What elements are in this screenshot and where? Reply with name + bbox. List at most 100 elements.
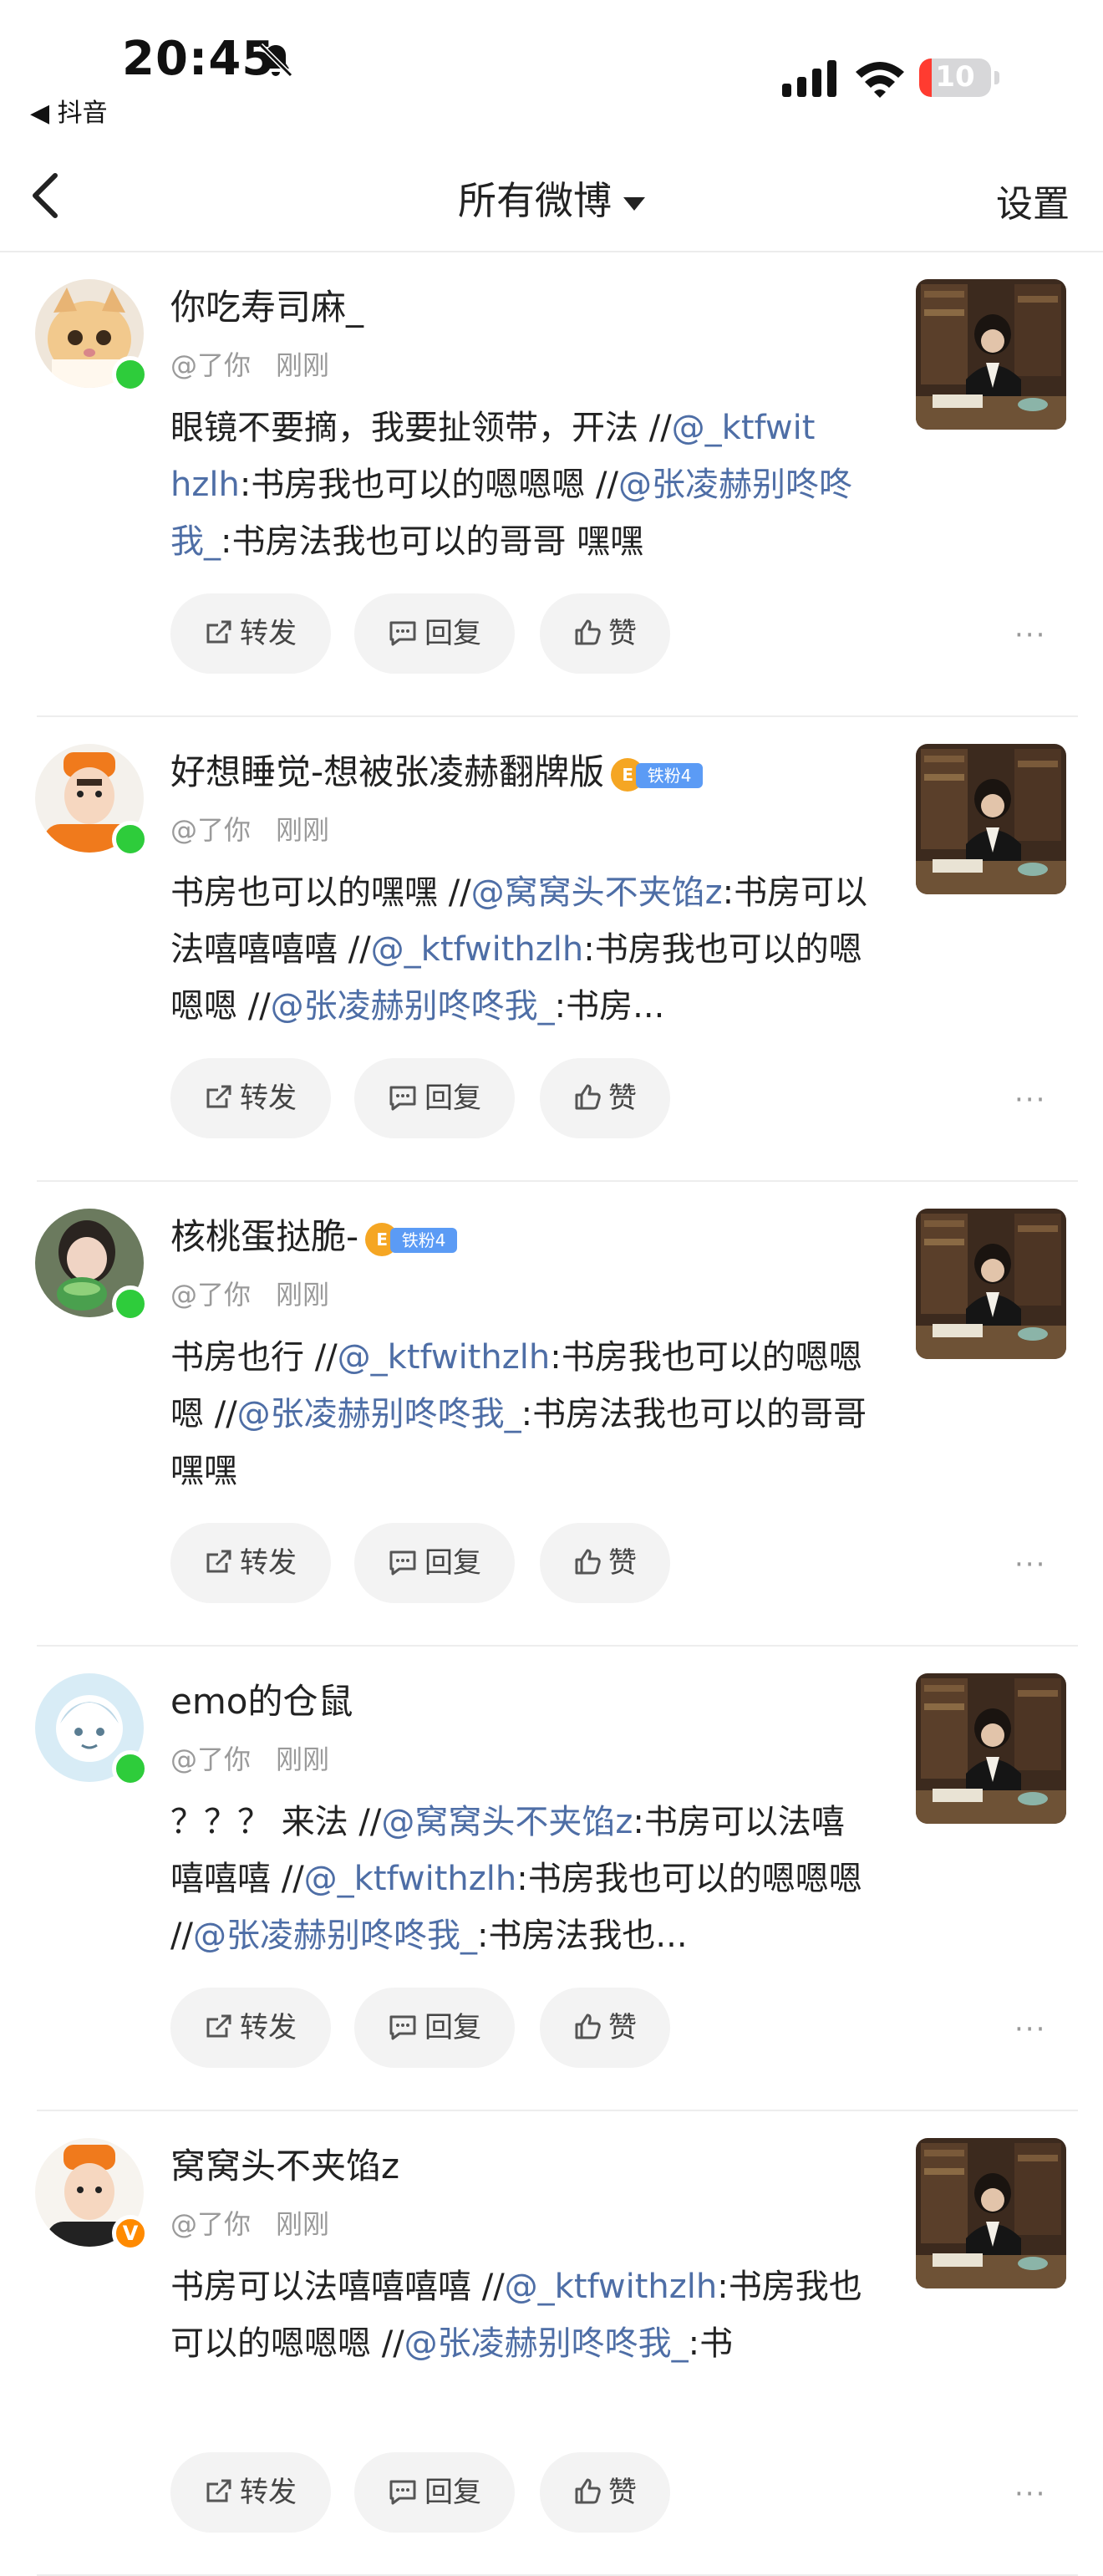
- online-status-icon: [112, 1285, 149, 1322]
- username[interactable]: emo的仓鼠: [170, 1673, 353, 1724]
- post-text: :书房法我也可以的哥哥 嘿嘿: [221, 522, 644, 561]
- mention-link[interactable]: @窝窝头不夹馅z: [471, 873, 723, 912]
- repost-button[interactable]: 转发: [170, 1523, 331, 1603]
- battery-level: 10: [935, 60, 975, 94]
- reply-label: 回复: [424, 2476, 481, 2509]
- repost-icon: [205, 2011, 240, 2044]
- thumbs-up-icon: [573, 617, 608, 650]
- like-label: 赞: [608, 617, 637, 650]
- page-title: 所有微博: [458, 178, 612, 223]
- repost-label: 转发: [240, 2476, 297, 2509]
- post-content[interactable]: ？？？ 来法 //@窝窝头不夹馅z:书房可以法嘻嘻嘻嘻 //@_ktfwithz…: [170, 1794, 872, 1964]
- more-options-icon[interactable]: ···: [1014, 1083, 1065, 1117]
- feed-post[interactable]: emo的仓鼠 @了你 刚刚 ？？？ 来法 //@窝窝头不夹馅z:书房可以法嘻嘻嘻嘻 /…: [0, 1647, 1103, 2111]
- fan-level-badge: E 铁粉4: [365, 1222, 458, 1256]
- mention-link[interactable]: @窝窝头不夹馅z: [381, 1803, 633, 1841]
- reply-button[interactable]: 回复: [354, 2452, 515, 2533]
- repost-button[interactable]: 转发: [170, 2452, 331, 2533]
- mention-link[interactable]: @张凌赫别咚咚我_: [404, 2324, 689, 2363]
- post-actions: 转发 回复 赞 ···: [170, 1058, 1090, 1138]
- feed-post[interactable]: 核桃蛋挞脆- E 铁粉4 @了你 刚刚书房也行 //@_ktfwithzlh:书房我也可…: [0, 1182, 1103, 1647]
- username[interactable]: 好想睡觉-想被张凌赫翻牌版 E 铁粉4: [170, 744, 704, 795]
- mention-feed: 你吃寿司麻_ @了你 刚刚 眼镜不要摘，我要扯领带，开法 //@_ktfwit hzl…: [0, 252, 1103, 2576]
- comment-icon: [388, 2476, 424, 2509]
- like-button[interactable]: 赞: [540, 593, 670, 674]
- repost-icon: [205, 1546, 240, 1580]
- comment-icon: [388, 2011, 424, 2044]
- original-post-thumbnail[interactable]: [916, 279, 1066, 430]
- mention-link[interactable]: @张凌赫别咚咚我_: [237, 1395, 521, 1433]
- like-label: 赞: [608, 1082, 637, 1115]
- repost-button[interactable]: 转发: [170, 1988, 331, 2068]
- repost-label: 转发: [240, 2011, 297, 2044]
- mention-link[interactable]: @_ktfwithzlh: [304, 1860, 517, 1898]
- post-text: :书房...: [554, 987, 665, 1026]
- mention-link[interactable]: @_ktfwithzlh: [371, 930, 584, 969]
- post-time: 刚刚: [276, 814, 330, 846]
- post-text: :书房法我也...: [476, 1917, 688, 1955]
- username[interactable]: 你吃寿司麻_: [170, 279, 363, 330]
- fan-level-label: 铁粉4: [390, 1227, 458, 1253]
- post-time: 刚刚: [276, 1279, 330, 1311]
- mention-link[interactable]: @_ktfwithzlh: [338, 1338, 551, 1377]
- more-options-icon[interactable]: ···: [1014, 2013, 1065, 2046]
- thumbs-up-icon: [573, 1546, 608, 1580]
- original-post-thumbnail[interactable]: [916, 2138, 1066, 2288]
- mention-link[interactable]: @张凌赫别咚咚我_: [271, 987, 555, 1026]
- post-content[interactable]: 书房也可以的嘿嘿 //@窝窝头不夹馅z:书房可以法嘻嘻嘻嘻 //@_ktfwit…: [170, 864, 872, 1035]
- repost-button[interactable]: 转发: [170, 1058, 331, 1138]
- post-meta: @了你 刚刚: [170, 344, 329, 383]
- like-label: 赞: [608, 2476, 637, 2509]
- feed-post[interactable]: 你吃寿司麻_ @了你 刚刚眼镜不要摘，我要扯领带，开法 //@_ktfwit hzl…: [0, 252, 1103, 717]
- more-options-icon[interactable]: ···: [1014, 2477, 1065, 2511]
- feed-post[interactable]: V 窝窝头不夹馅z @了你 刚刚 书房可以法嘻嘻嘻嘻 //@_ktfwithzlh:书房…: [0, 2111, 1103, 2576]
- thumbs-up-icon: [573, 2011, 608, 2044]
- post-text: :书房我也可以的嗯嗯嗯 //: [239, 466, 618, 504]
- like-button[interactable]: 赞: [540, 1058, 670, 1138]
- dropdown-triangle-icon: [623, 196, 645, 211]
- online-status-icon: [112, 356, 149, 393]
- repost-button[interactable]: 转发: [170, 593, 331, 674]
- more-options-icon[interactable]: ···: [1014, 1548, 1065, 1581]
- username-text: 你吃寿司麻_: [170, 287, 364, 328]
- reply-button[interactable]: 回复: [354, 593, 515, 674]
- reply-button[interactable]: 回复: [354, 1988, 515, 2068]
- mention-me-label: @了你: [170, 814, 252, 846]
- more-options-icon[interactable]: ···: [1014, 619, 1065, 652]
- reply-label: 回复: [424, 1546, 481, 1580]
- nav-bar: 所有微博 设置: [0, 142, 1103, 252]
- username[interactable]: 窝窝头不夹馅z: [170, 2138, 399, 2189]
- feed-post[interactable]: 好想睡觉-想被张凌赫翻牌版 E 铁粉4 @了你 刚刚书房也可以的嘿嘿 //@窝窝头不夹馅…: [0, 717, 1103, 1182]
- mention-link[interactable]: @_ktfwithzlh: [505, 2268, 718, 2306]
- reply-label: 回复: [424, 1082, 481, 1115]
- like-button[interactable]: 赞: [540, 1523, 670, 1603]
- post-text: ？？？ 来法 //: [170, 1803, 382, 1841]
- feed-filter-dropdown[interactable]: 所有微博: [0, 171, 1103, 226]
- bell-slash-icon: [258, 43, 293, 78]
- post-content[interactable]: 书房也行 //@_ktfwithzlh:书房我也可以的嗯嗯嗯 //@张凌赫别咚咚…: [170, 1329, 872, 1499]
- reply-label: 回复: [424, 2011, 481, 2044]
- post-content[interactable]: 眼镜不要摘，我要扯领带，开法 //@_ktfwit hzlh:书房我也可以的嗯嗯…: [170, 400, 872, 570]
- like-button[interactable]: 赞: [540, 2452, 670, 2533]
- mention-link[interactable]: @张凌赫别咚咚我_: [193, 1917, 477, 1955]
- post-text: 眼镜不要摘，我要扯领带，开法 //: [170, 409, 672, 447]
- original-post-thumbnail[interactable]: [916, 1673, 1066, 1824]
- username[interactable]: 核桃蛋挞脆- E 铁粉4: [170, 1209, 458, 1260]
- settings-button[interactable]: 设置: [996, 174, 1070, 227]
- reply-button[interactable]: 回复: [354, 1058, 515, 1138]
- post-actions: 转发 回复 赞 ···: [170, 593, 1090, 674]
- back-to-app-link[interactable]: ◀ 抖音: [30, 92, 108, 129]
- original-post-thumbnail[interactable]: [916, 1209, 1066, 1359]
- fan-level-badge: E 铁粉4: [611, 757, 704, 792]
- repost-label: 转发: [240, 1546, 297, 1580]
- post-meta: @了你 刚刚: [170, 1274, 329, 1312]
- post-content[interactable]: 书房可以法嘻嘻嘻嘻 //@_ktfwithzlh:书房我也可以的嗯嗯嗯 //@张…: [170, 2258, 872, 2372]
- reply-button[interactable]: 回复: [354, 1523, 515, 1603]
- battery-icon: 10: [919, 59, 999, 99]
- reply-label: 回复: [424, 617, 481, 650]
- fan-level-label: 铁粉4: [636, 762, 704, 788]
- verified-icon: V: [112, 2215, 149, 2252]
- original-post-thumbnail[interactable]: [916, 744, 1066, 894]
- mention-me-label: @了你: [170, 1744, 252, 1775]
- like-button[interactable]: 赞: [540, 1988, 670, 2068]
